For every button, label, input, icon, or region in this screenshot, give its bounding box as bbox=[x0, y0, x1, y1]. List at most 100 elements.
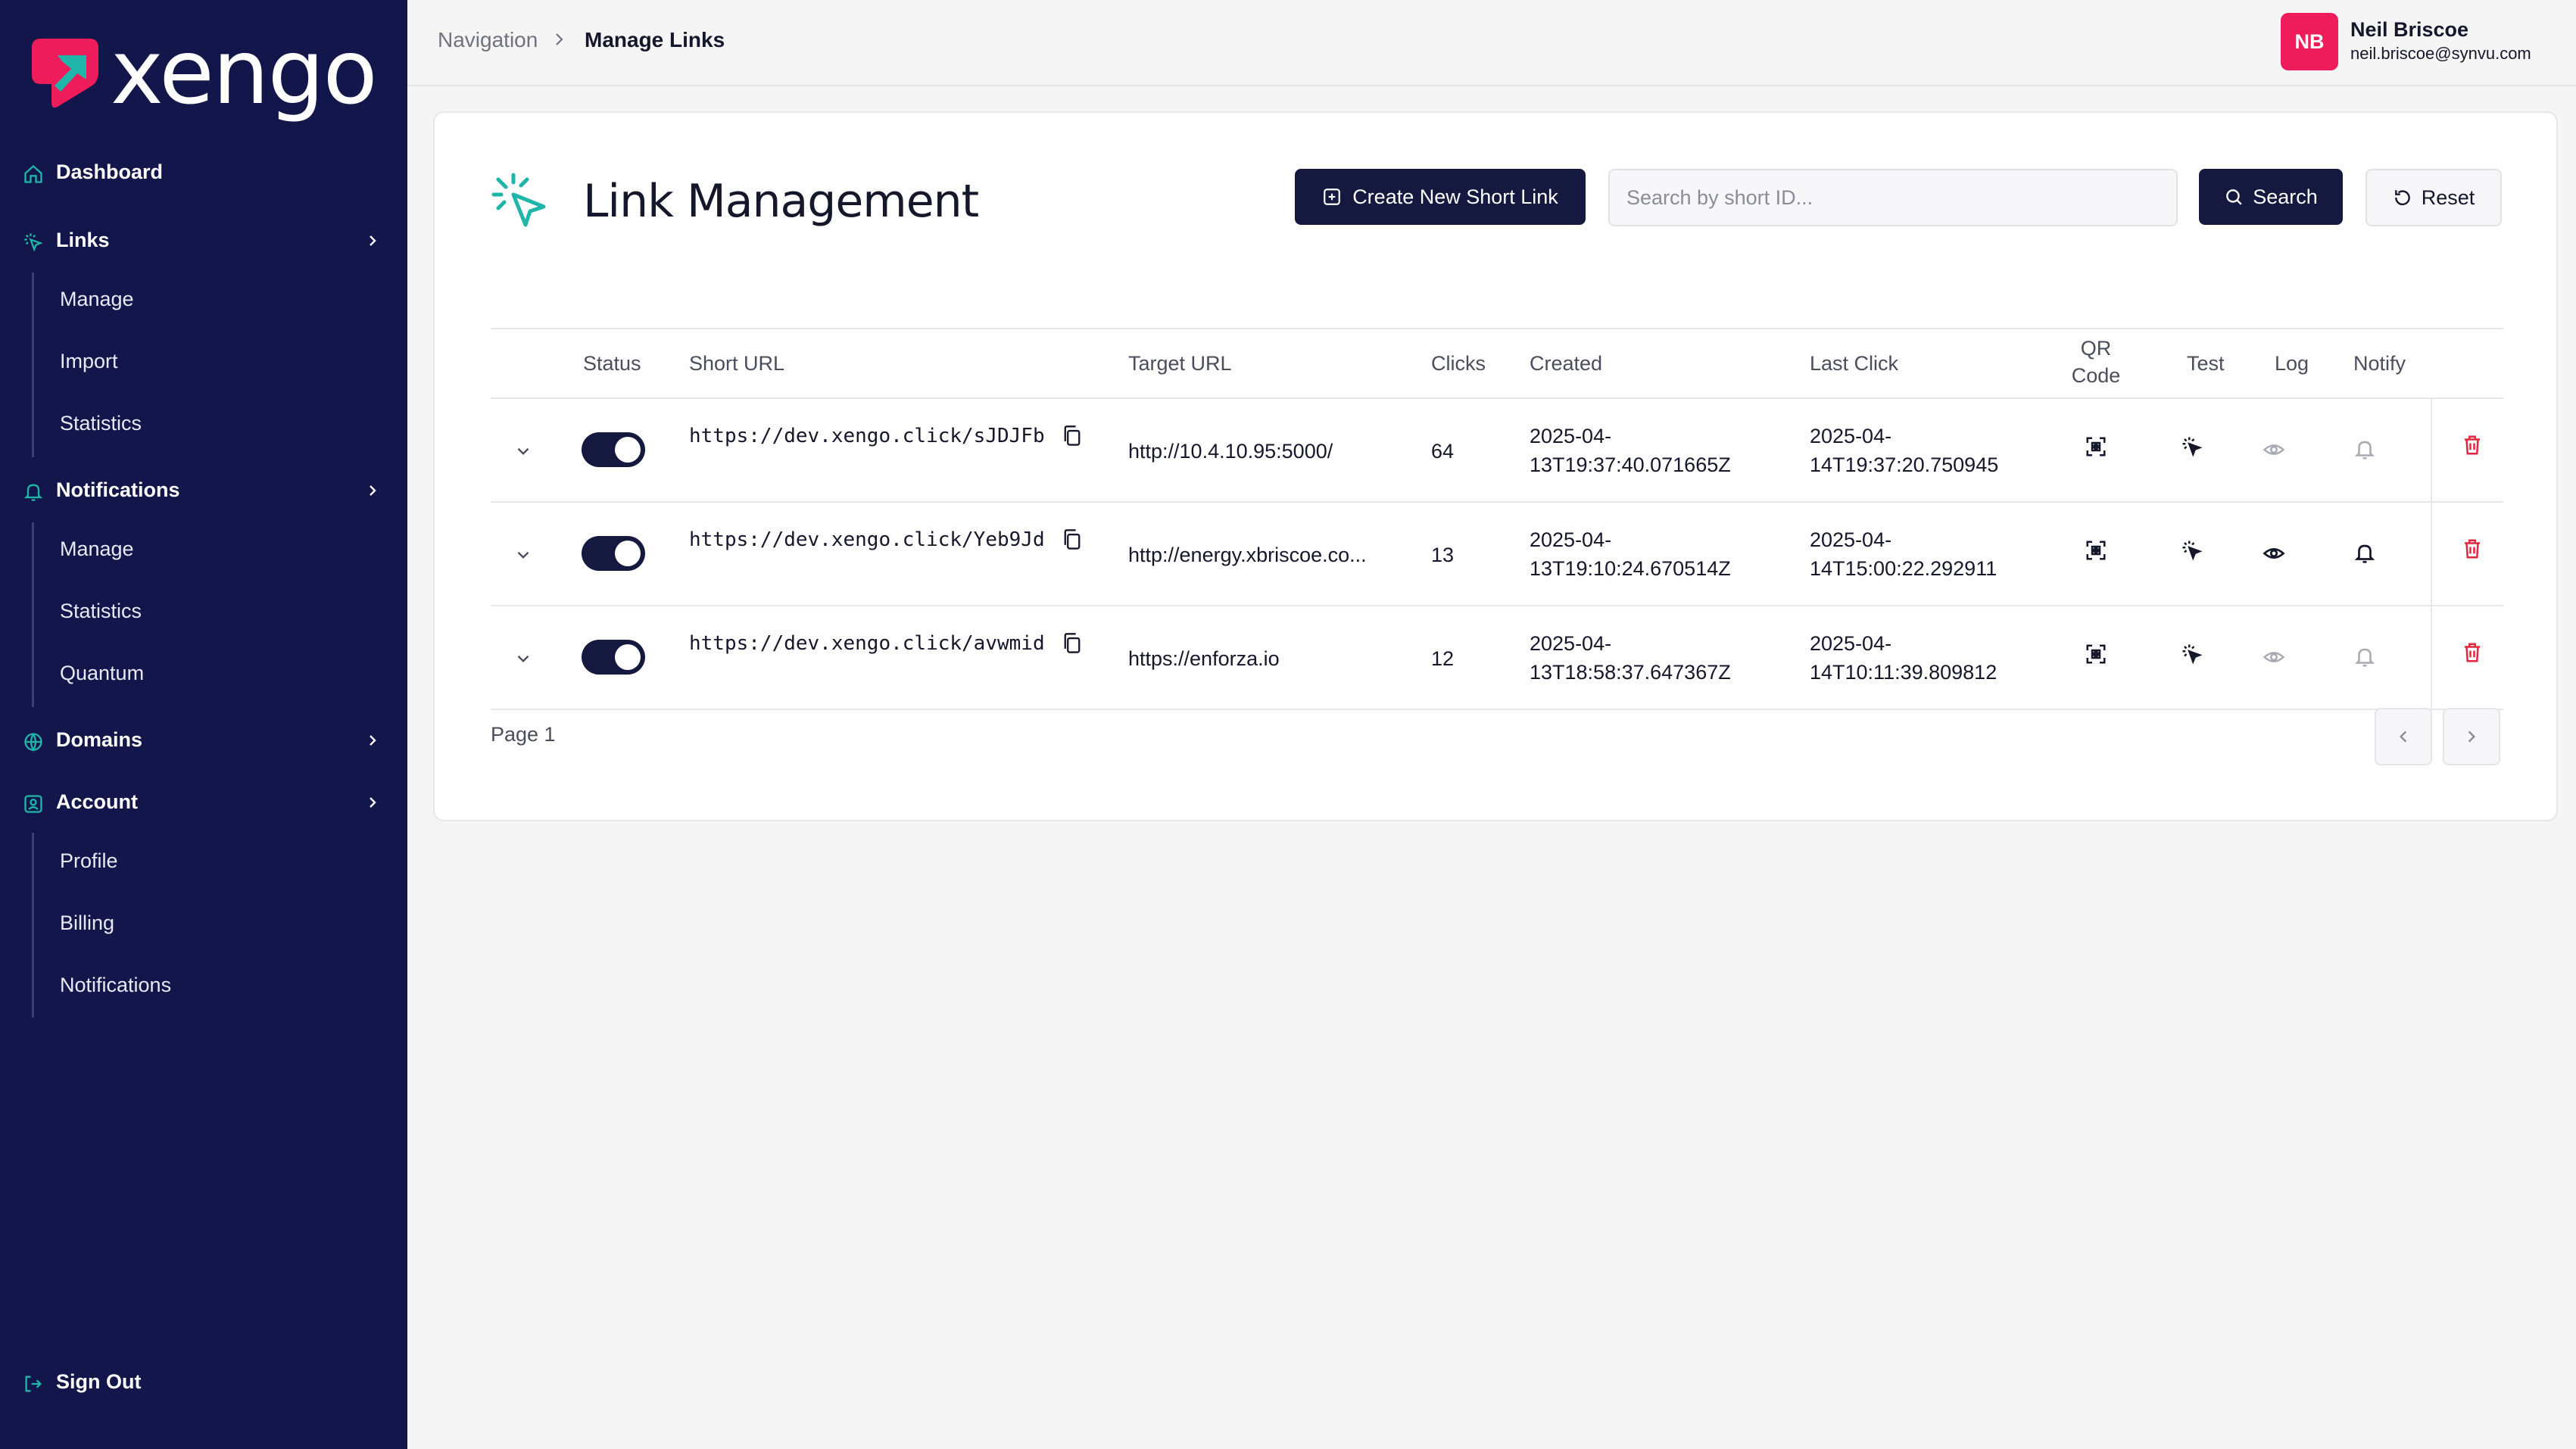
cursor-click-icon[interactable] bbox=[2181, 539, 2203, 562]
sidebar-item-dashboard[interactable]: Dashboard bbox=[0, 147, 407, 200]
next-page-button[interactable] bbox=[2443, 708, 2500, 765]
reset-button-label: Reset bbox=[2421, 185, 2475, 209]
eye-icon[interactable] bbox=[2263, 646, 2285, 668]
search-button-label: Search bbox=[2253, 185, 2318, 208]
sidebar-subitem-profile[interactable]: Profile bbox=[60, 849, 118, 873]
short-url[interactable]: https://dev.xengo.click/avwmid bbox=[689, 632, 1045, 655]
sidebar-subitem-statistics[interactable]: Statistics bbox=[60, 600, 142, 623]
reset-icon bbox=[2394, 190, 2410, 206]
target-url: http://10.4.10.95:5000/ bbox=[1128, 440, 1333, 463]
sidebar-item-links[interactable]: Links bbox=[0, 215, 407, 268]
create-short-link-button[interactable]: Create New Short Link bbox=[1295, 169, 1586, 225]
status-toggle[interactable] bbox=[582, 432, 645, 467]
search-icon bbox=[2226, 189, 2242, 205]
created-time: 13T18:58:37.647367Z bbox=[1530, 661, 1731, 684]
short-url[interactable]: https://dev.xengo.click/Yeb9Jd bbox=[689, 528, 1045, 551]
sidebar-subitem-manage[interactable]: Manage bbox=[60, 538, 134, 561]
eye-icon[interactable] bbox=[2263, 542, 2285, 565]
breadcrumb-root[interactable]: Navigation bbox=[438, 28, 538, 52]
sidebar-item-label: Account bbox=[56, 790, 138, 813]
created-date: 2025-04- bbox=[1530, 528, 1612, 551]
qr-scan-icon[interactable] bbox=[2085, 539, 2107, 562]
sidebar-subitem-manage[interactable]: Manage bbox=[60, 288, 134, 311]
table-row: https://dev.xengo.click/avwmid https://e… bbox=[491, 606, 2503, 710]
sidebar-subitem-statistics[interactable]: Statistics bbox=[60, 412, 142, 435]
sidebar-item-account[interactable]: Account bbox=[0, 777, 407, 830]
plus-square-icon bbox=[1324, 189, 1341, 205]
sign-out-label: Sign Out bbox=[56, 1370, 142, 1393]
table-row: https://dev.xengo.click/sJDJFb http://10… bbox=[491, 399, 2503, 503]
column-last-click[interactable]: Last Click bbox=[1810, 352, 1898, 375]
create-button-label: Create New Short Link bbox=[1352, 185, 1558, 208]
status-toggle[interactable] bbox=[582, 640, 645, 675]
search-input[interactable] bbox=[1608, 169, 2178, 226]
notifications-subnav: Manage Statistics Quantum bbox=[32, 522, 144, 707]
column-status[interactable]: Status bbox=[583, 352, 641, 375]
bell-icon[interactable] bbox=[2353, 542, 2376, 565]
toggle-knob bbox=[615, 541, 641, 566]
user-email: neil.briscoe@synvu.com bbox=[2350, 44, 2531, 63]
copy-icon[interactable] bbox=[1062, 528, 1083, 551]
sidebar-subitem-import[interactable]: Import bbox=[60, 350, 118, 373]
trash-icon[interactable] bbox=[2461, 434, 2484, 457]
bell-icon bbox=[23, 484, 43, 501]
bell-icon[interactable] bbox=[2353, 438, 2376, 461]
column-short-url[interactable]: Short URL bbox=[689, 352, 784, 375]
home-icon bbox=[24, 164, 42, 183]
trash-icon[interactable] bbox=[2461, 641, 2484, 664]
last-click-date: 2025-04- bbox=[1810, 528, 1892, 551]
sign-out-button[interactable]: Sign Out bbox=[0, 1357, 407, 1410]
cursor-click-icon bbox=[491, 173, 546, 227]
clicks-count: 64 bbox=[1431, 440, 1455, 463]
column-created[interactable]: Created bbox=[1530, 352, 1602, 375]
chevron-down-icon[interactable] bbox=[513, 649, 533, 668]
sidebar-subitem-notifications[interactable]: Notifications bbox=[60, 974, 171, 997]
table-header: Status Short URL Target URL Clicks Creat… bbox=[491, 328, 2503, 399]
brand-name: xengo bbox=[111, 20, 378, 124]
last-click-time: 14T19:37:20.750945 bbox=[1810, 453, 1999, 476]
short-url[interactable]: https://dev.xengo.click/sJDJFb bbox=[689, 425, 1045, 447]
sidebar-subitem-quantum[interactable]: Quantum bbox=[60, 662, 144, 685]
logout-icon bbox=[25, 1376, 42, 1392]
search-button[interactable]: Search bbox=[2199, 169, 2343, 225]
reset-button[interactable]: Reset bbox=[2365, 169, 2502, 226]
chevron-right-icon bbox=[370, 485, 376, 496]
chevron-right-icon bbox=[2468, 731, 2476, 743]
chevron-right-icon bbox=[370, 735, 376, 746]
prev-page-button[interactable] bbox=[2375, 708, 2432, 765]
clicks-count: 13 bbox=[1431, 544, 1455, 566]
bell-icon[interactable] bbox=[2353, 646, 2376, 668]
target-url: http://energy.xbriscoe.co... bbox=[1128, 544, 1367, 566]
qr-scan-icon[interactable] bbox=[2085, 643, 2107, 665]
account-subnav: Profile Billing Notifications bbox=[32, 833, 171, 1017]
copy-icon[interactable] bbox=[1062, 425, 1083, 447]
chevron-right-icon bbox=[370, 235, 376, 246]
column-target-url[interactable]: Target URL bbox=[1128, 352, 1232, 375]
xengo-logo-icon bbox=[27, 34, 103, 110]
sidebar-item-domains[interactable]: Domains bbox=[0, 715, 407, 768]
brand-logo[interactable]: xengo bbox=[27, 20, 378, 124]
sidebar-subitem-billing[interactable]: Billing bbox=[60, 911, 114, 935]
sidebar-item-notifications[interactable]: Notifications bbox=[0, 465, 407, 518]
created-time: 13T19:37:40.071665Z bbox=[1530, 453, 1731, 476]
sidebar-item-label: Links bbox=[56, 229, 110, 251]
status-toggle[interactable] bbox=[582, 536, 645, 571]
created-date: 2025-04- bbox=[1530, 632, 1612, 655]
column-log: Log bbox=[2275, 352, 2309, 375]
trash-icon[interactable] bbox=[2461, 538, 2484, 560]
toggle-knob bbox=[615, 644, 641, 670]
column-divider bbox=[2431, 399, 2432, 503]
eye-icon[interactable] bbox=[2263, 438, 2285, 461]
cursor-click-icon[interactable] bbox=[2181, 643, 2203, 665]
qr-scan-icon[interactable] bbox=[2085, 435, 2107, 458]
table-row: https://dev.xengo.click/Yeb9Jd http://en… bbox=[491, 503, 2503, 606]
sidebar-item-label: Notifications bbox=[56, 478, 180, 501]
avatar[interactable]: NB bbox=[2281, 13, 2338, 70]
cursor-click-icon[interactable] bbox=[2181, 435, 2203, 458]
column-clicks[interactable]: Clicks bbox=[1431, 352, 1486, 375]
chevron-down-icon[interactable] bbox=[513, 545, 533, 565]
sidebar-item-label: Domains bbox=[56, 728, 143, 751]
last-click-date: 2025-04- bbox=[1810, 632, 1892, 655]
copy-icon[interactable] bbox=[1062, 632, 1083, 655]
chevron-down-icon[interactable] bbox=[513, 441, 533, 461]
